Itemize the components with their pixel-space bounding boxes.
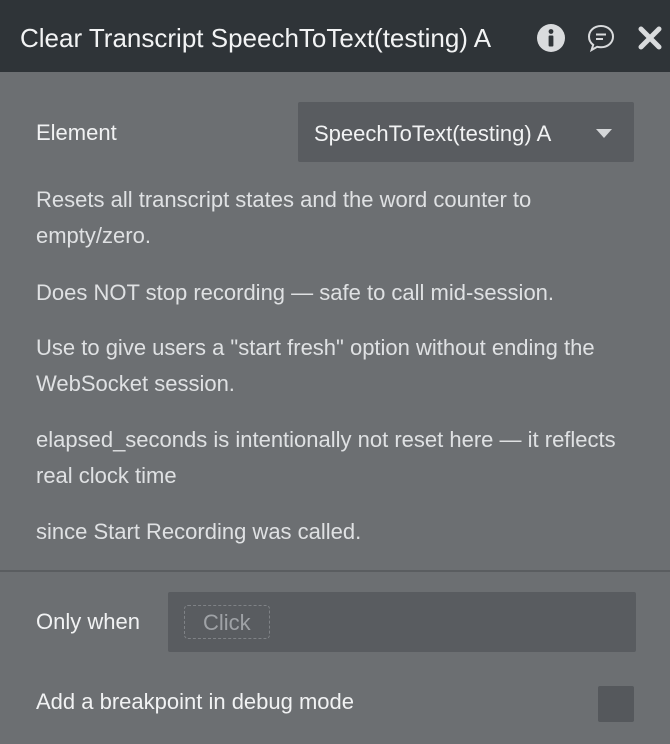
description-text: elapsed_seconds is intentionally not res… xyxy=(36,427,616,488)
info-icon[interactable] xyxy=(535,22,567,54)
section-divider xyxy=(0,570,670,572)
element-dropdown-value: SpeechToText(testing) A xyxy=(314,121,552,146)
element-label: Element xyxy=(36,120,117,145)
comment-icon[interactable] xyxy=(585,22,617,54)
panel-title: Clear Transcript SpeechToText(testing) A xyxy=(20,23,492,53)
only-when-label: Only when xyxy=(36,609,140,634)
panel-header: Clear Transcript SpeechToText(testing) A xyxy=(0,0,670,72)
element-dropdown[interactable]: SpeechToText(testing) A xyxy=(298,102,634,162)
chevron-down-icon xyxy=(596,129,612,138)
description-text: Use to give users a "start fresh" option… xyxy=(36,335,595,396)
close-icon[interactable] xyxy=(634,22,666,54)
breakpoint-checkbox[interactable] xyxy=(598,686,634,722)
click-placeholder[interactable]: Click xyxy=(184,605,270,639)
breakpoint-label: Add a breakpoint in debug mode xyxy=(36,689,355,714)
action-properties-panel: Clear Transcript SpeechToText(testing) A… xyxy=(0,0,670,744)
description-text: Resets all transcript states and the wor… xyxy=(36,187,532,248)
description-text: Does NOT stop recording — safe to call m… xyxy=(36,280,555,305)
only-when-condition-field[interactable]: Click xyxy=(168,592,636,652)
description-text: since Start Recording was called. xyxy=(36,519,362,544)
